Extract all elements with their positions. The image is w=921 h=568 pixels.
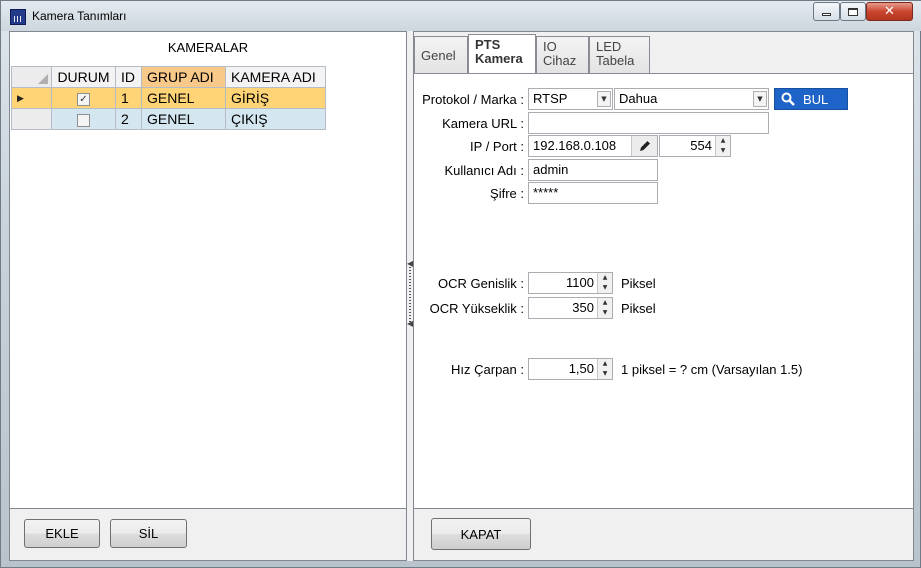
delete-button[interactable]: SİL bbox=[110, 519, 187, 548]
grup-cell[interactable]: GENEL bbox=[141, 108, 226, 130]
camera-grid: DURUM ID GRUP ADI KAMERA ADI ▶ ✓ 1 GENEL… bbox=[11, 66, 326, 130]
row-header-cell[interactable] bbox=[11, 108, 52, 130]
spin-down-icon[interactable]: ▼ bbox=[598, 283, 612, 293]
durum-cell[interactable] bbox=[51, 108, 116, 130]
brand-select[interactable]: Dahua ▼ bbox=[614, 88, 769, 110]
window-frame: Kamera Tanımları ✕ KAMERALAR DURUM ID GR… bbox=[0, 0, 921, 568]
speed-multiplier-label: Hız Çarpan : bbox=[451, 362, 524, 377]
spin-up-icon[interactable]: ▲ bbox=[598, 273, 612, 283]
ocr-width-unit: Piksel bbox=[621, 276, 656, 291]
app-icon bbox=[10, 9, 26, 25]
find-button[interactable]: BUL bbox=[774, 88, 848, 110]
camera-detail-panel: Genel PTS Kamera IO Cihaz LED Tabela Protok… bbox=[413, 31, 914, 509]
splitter-grip[interactable] bbox=[409, 267, 411, 327]
spin-up-icon[interactable]: ▲ bbox=[716, 136, 730, 146]
password-input[interactable]: ***** bbox=[528, 182, 658, 204]
right-button-bar: KAPAT bbox=[413, 509, 914, 561]
tab-led-tabela[interactable]: LED Tabela bbox=[589, 36, 650, 74]
ocr-height-label: OCR Yükseklik : bbox=[429, 301, 524, 316]
ocr-width-input[interactable]: 1100 ▲ ▼ bbox=[528, 272, 613, 294]
column-header-durum[interactable]: DURUM bbox=[51, 66, 116, 88]
close-button[interactable]: KAPAT bbox=[431, 518, 531, 550]
password-label: Şifre : bbox=[490, 186, 524, 201]
pencil-icon[interactable] bbox=[631, 136, 657, 156]
speed-multiplier-spinner[interactable]: ▲ ▼ bbox=[597, 359, 612, 379]
ip-value: 192.168.0.108 bbox=[533, 138, 617, 153]
tab-pts-kamera[interactable]: PTS Kamera bbox=[468, 34, 536, 74]
edit-icon bbox=[639, 140, 651, 151]
kamera-cell[interactable]: ÇIKIŞ bbox=[225, 108, 326, 130]
protocol-label: Protokol / Marka : bbox=[422, 92, 524, 107]
title-bar[interactable]: Kamera Tanımları ✕ bbox=[1, 1, 921, 31]
grid-header-row: DURUM ID GRUP ADI KAMERA ADI bbox=[11, 66, 326, 88]
ocr-width-value: 1100 bbox=[566, 275, 594, 290]
column-header-id[interactable]: ID bbox=[115, 66, 142, 88]
id-cell[interactable]: 1 bbox=[115, 87, 142, 109]
ip-input[interactable]: 192.168.0.108 bbox=[528, 135, 658, 157]
spin-down-icon[interactable]: ▼ bbox=[598, 369, 612, 379]
tab-io-cihaz[interactable]: IO Cihaz bbox=[536, 36, 589, 74]
spin-down-icon[interactable]: ▼ bbox=[598, 308, 612, 318]
durum-checkbox[interactable] bbox=[77, 113, 90, 127]
ocr-width-label: OCR Genislik : bbox=[438, 276, 524, 291]
camera-list-panel: KAMERALAR DURUM ID GRUP ADI KAMERA ADI ▶… bbox=[9, 31, 407, 509]
table-row[interactable]: ▶ ✓ 1 GENEL GİRİŞ bbox=[11, 87, 326, 109]
speed-multiplier-hint: 1 piksel = ? cm (Varsayılan 1.5) bbox=[621, 362, 803, 377]
kamera-cell[interactable]: GİRİŞ bbox=[225, 87, 326, 109]
minimize-button[interactable] bbox=[813, 2, 840, 21]
chevron-down-icon[interactable]: ▼ bbox=[753, 91, 767, 107]
port-spinner[interactable]: ▲ ▼ bbox=[715, 136, 730, 156]
durum-checkbox[interactable]: ✓ bbox=[77, 92, 90, 106]
brand-value: Dahua bbox=[619, 91, 658, 106]
grid-select-all-corner[interactable] bbox=[11, 66, 52, 88]
camera-list-title: KAMERALAR bbox=[167, 40, 249, 55]
speed-multiplier-value: 1,50 bbox=[568, 361, 594, 376]
add-button[interactable]: EKLE bbox=[24, 519, 100, 548]
ocr-height-unit: Piksel bbox=[621, 301, 656, 316]
find-button-label: BUL bbox=[803, 91, 829, 107]
speed-multiplier-input[interactable]: 1,50 ▲ ▼ bbox=[528, 358, 613, 380]
client-area: KAMERALAR DURUM ID GRUP ADI KAMERA ADI ▶… bbox=[9, 31, 914, 561]
grup-cell[interactable]: GENEL bbox=[141, 87, 226, 109]
ocr-height-spinner[interactable]: ▲ ▼ bbox=[597, 298, 612, 318]
spin-down-icon[interactable]: ▼ bbox=[716, 146, 730, 156]
ocr-height-input[interactable]: 350 ▲ ▼ bbox=[528, 297, 613, 319]
table-row[interactable]: 2 GENEL ÇIKIŞ bbox=[11, 108, 326, 130]
left-button-bar: EKLE SİL bbox=[9, 509, 407, 561]
protocol-value: RTSP bbox=[533, 91, 568, 106]
column-header-grup-adi[interactable]: GRUP ADI bbox=[141, 66, 226, 88]
search-icon bbox=[781, 92, 795, 106]
close-icon: ✕ bbox=[884, 4, 895, 19]
ocr-width-spinner[interactable]: ▲ ▼ bbox=[597, 273, 612, 293]
port-input[interactable]: 554 ▲ ▼ bbox=[659, 135, 731, 157]
tab-genel[interactable]: Genel bbox=[414, 36, 468, 74]
window-title: Kamera Tanımları bbox=[32, 9, 127, 23]
port-value: 554 bbox=[690, 138, 712, 153]
row-indicator-icon[interactable]: ▶ bbox=[11, 87, 52, 109]
chevron-down-icon[interactable]: ▼ bbox=[597, 91, 611, 107]
username-label: Kullanıcı Adı : bbox=[444, 163, 525, 178]
durum-cell[interactable]: ✓ bbox=[51, 87, 116, 109]
maximize-button[interactable] bbox=[840, 2, 866, 21]
column-header-kamera-adi[interactable]: KAMERA ADI bbox=[225, 66, 326, 88]
close-window-button[interactable]: ✕ bbox=[866, 2, 913, 21]
pts-kamera-tab-content: Protokol / Marka : RTSP ▼ Dahua ▼ BUL Ka… bbox=[414, 73, 913, 508]
camera-url-input[interactable] bbox=[528, 112, 769, 134]
id-cell[interactable]: 2 bbox=[115, 108, 142, 130]
spin-up-icon[interactable]: ▲ bbox=[598, 298, 612, 308]
maximize-icon bbox=[848, 7, 858, 16]
ocr-height-value: 350 bbox=[572, 300, 594, 315]
protocol-select[interactable]: RTSP ▼ bbox=[528, 88, 613, 110]
username-input[interactable]: admin bbox=[528, 159, 658, 181]
minimize-icon bbox=[822, 13, 831, 16]
spin-up-icon[interactable]: ▲ bbox=[598, 359, 612, 369]
camera-url-label: Kamera URL : bbox=[442, 116, 524, 131]
ip-port-label: IP / Port : bbox=[470, 139, 524, 154]
